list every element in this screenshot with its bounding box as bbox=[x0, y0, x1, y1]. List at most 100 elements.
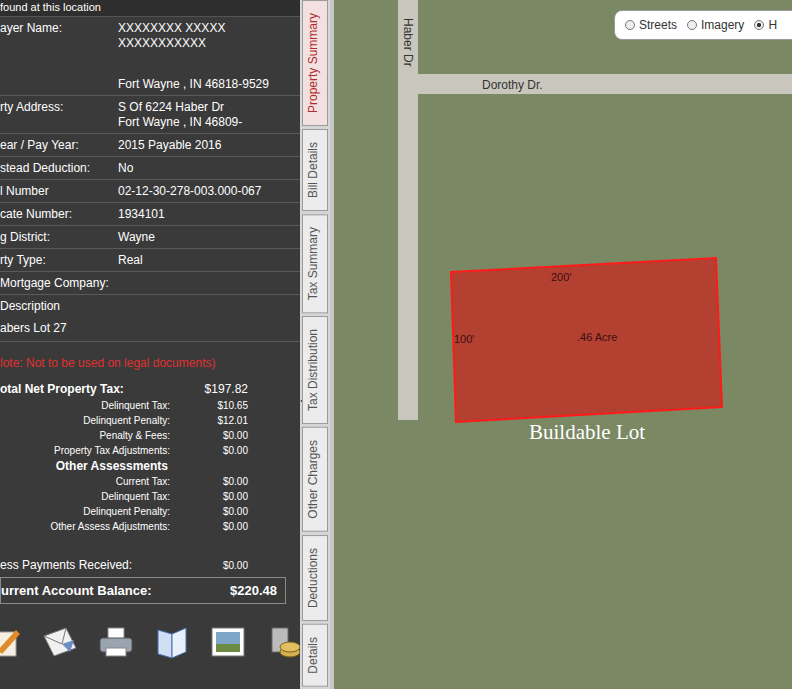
tab[interactable]: Tax Summary bbox=[302, 214, 328, 313]
parcel-polygon[interactable] bbox=[334, 0, 786, 689]
info-value: Fort Wayne , IN 46809- bbox=[118, 115, 300, 129]
info-row: rty Address:S Of 6224 Haber DrFort Wayne… bbox=[0, 96, 300, 134]
road bbox=[398, 74, 792, 94]
tax-value: $197.82 bbox=[186, 380, 248, 398]
info-values bbox=[118, 276, 300, 290]
balance-label: urrent Account Balance: bbox=[1, 583, 152, 598]
tax-heading: Other Assessments bbox=[0, 458, 248, 474]
info-row: g District:Wayne bbox=[0, 226, 300, 249]
info-value: Real bbox=[118, 253, 300, 267]
tax-label: Delinquent Tax: bbox=[0, 398, 186, 413]
layer-label: Imagery bbox=[701, 18, 744, 32]
tab[interactable]: Deductions bbox=[302, 535, 328, 621]
layer-option[interactable]: Imagery bbox=[687, 18, 744, 32]
info-value: XXXXXXXXXXX bbox=[118, 36, 300, 50]
info-label: g District: bbox=[0, 230, 118, 244]
legal-note: lote: Not to be used on legal documents) bbox=[0, 342, 300, 380]
info-value: S Of 6224 Haber Dr bbox=[118, 100, 300, 114]
map[interactable]: Haber Dr Dorothy Dr. 200' 100' .46 Acre Build… bbox=[330, 0, 792, 689]
tax-value: $0.00 bbox=[186, 504, 248, 519]
info-values: 02-12-30-278-003.000-067 bbox=[118, 184, 300, 198]
tax-value: $0.00 bbox=[186, 519, 248, 534]
info-values: No bbox=[118, 161, 300, 175]
info-row: Mortgage Company: bbox=[0, 272, 300, 295]
info-row: ayer Name:XXXXXXXX XXXXXXXXXXXXXXXX Fort … bbox=[0, 17, 300, 96]
info-row: rty Type:Real bbox=[0, 249, 300, 272]
description-value: abers Lot 27 bbox=[0, 321, 300, 335]
info-row: ear / Pay Year:2015 Payable 2016 bbox=[0, 134, 300, 157]
photo-icon[interactable] bbox=[208, 622, 248, 662]
tab[interactable]: Details bbox=[302, 624, 328, 687]
info-label: Mortgage Company: bbox=[0, 276, 118, 290]
tab-strip: Property Summary Bill Details Tax Summary T… bbox=[300, 0, 330, 689]
tab[interactable]: Tax Distribution bbox=[302, 316, 328, 424]
street-label: Haber Dr bbox=[401, 18, 415, 67]
map-caption: Buildable Lot bbox=[529, 420, 645, 445]
tab[interactable]: Bill Details bbox=[302, 129, 328, 211]
tab[interactable]: Other Charges bbox=[302, 427, 328, 532]
layer-label: H bbox=[768, 18, 777, 32]
panel-title: found at this location bbox=[0, 0, 300, 17]
tax-label: Current Tax: bbox=[0, 474, 186, 489]
payments-row: ess Payments Received:$0.00 bbox=[0, 558, 300, 573]
layer-radio[interactable] bbox=[687, 20, 697, 30]
street-label: Dorothy Dr. bbox=[482, 78, 543, 92]
balance-value: $220.48 bbox=[230, 583, 277, 598]
layer-radio[interactable] bbox=[754, 20, 764, 30]
book-icon[interactable] bbox=[152, 622, 192, 662]
parcel-area: .46 Acre bbox=[577, 331, 617, 343]
layer-label: Streets bbox=[639, 18, 677, 32]
info-value: Fort Wayne , IN 46818-9529 bbox=[118, 77, 300, 91]
info-row: l Number02-12-30-278-003.000-067 bbox=[0, 180, 300, 203]
layer-option[interactable]: Streets bbox=[625, 18, 677, 32]
tax-label: Other Assess Adjustments: bbox=[0, 519, 186, 534]
tax-value: $12.01 bbox=[186, 413, 248, 428]
info-values: Real bbox=[118, 253, 300, 267]
balance-box: urrent Account Balance: $220.48 bbox=[0, 577, 286, 604]
info-label: ear / Pay Year: bbox=[0, 138, 118, 152]
info-values: 1934101 bbox=[118, 207, 300, 221]
info-value: No bbox=[118, 161, 300, 175]
printer-icon[interactable] bbox=[96, 622, 136, 662]
tax-label: Delinquent Penalty: bbox=[0, 413, 186, 428]
info-values: S Of 6224 Haber DrFort Wayne , IN 46809- bbox=[118, 100, 300, 129]
tax-value: $0.00 bbox=[186, 443, 248, 458]
info-value: 02-12-30-278-003.000-067 bbox=[118, 184, 300, 198]
tax-label: Delinquent Penalty: bbox=[0, 504, 186, 519]
info-label: stead Deduction: bbox=[0, 161, 118, 175]
info-value: XXXXXXXX XXXXX bbox=[118, 21, 300, 35]
tax-summary: otal Net Property Tax:$197.82Delinquent … bbox=[0, 380, 300, 534]
legal-description: Descriptionabers Lot 27 bbox=[0, 295, 300, 342]
layer-radio[interactable] bbox=[625, 20, 635, 30]
mail-icon[interactable] bbox=[40, 622, 80, 662]
info-label: l Number bbox=[0, 184, 118, 198]
parcel-width: 200' bbox=[551, 271, 571, 283]
tax-label: Property Tax Adjustments: bbox=[0, 443, 186, 458]
tax-label: Delinquent Tax: bbox=[0, 489, 186, 504]
info-values: XXXXXXXX XXXXXXXXXXXXXXXX Fort Wayne , IN… bbox=[118, 21, 300, 91]
info-values: Wayne bbox=[118, 230, 300, 244]
parcel-depth: 100' bbox=[454, 333, 474, 345]
info-row: stead Deduction:No bbox=[0, 157, 300, 180]
info-label: cate Number: bbox=[0, 207, 118, 221]
payments-value: $0.00 bbox=[186, 558, 248, 573]
coins-icon[interactable] bbox=[264, 622, 304, 662]
tax-value: $0.00 bbox=[186, 474, 248, 489]
info-value: Wayne bbox=[118, 230, 300, 244]
edit-icon[interactable] bbox=[0, 622, 24, 662]
tab[interactable]: Property Summary bbox=[302, 0, 328, 126]
tax-value: $0.00 bbox=[186, 489, 248, 504]
tax-value: $0.00 bbox=[186, 428, 248, 443]
layer-switcher: Streets Imagery H bbox=[614, 10, 792, 40]
toolbar bbox=[0, 604, 300, 662]
info-label: rty Type: bbox=[0, 253, 118, 267]
info-row: cate Number:1934101 bbox=[0, 203, 300, 226]
layer-option[interactable]: H bbox=[754, 18, 777, 32]
tax-value: $10.65 bbox=[186, 398, 248, 413]
property-panel: found at this locationayer Name:XXXXXXXX… bbox=[0, 0, 300, 689]
info-value: 2015 Payable 2016 bbox=[118, 138, 300, 152]
tax-label: otal Net Property Tax: bbox=[0, 380, 186, 398]
info-label: ayer Name: bbox=[0, 21, 118, 91]
info-label: rty Address: bbox=[0, 100, 118, 129]
tax-label: Penalty & Fees: bbox=[0, 428, 186, 443]
